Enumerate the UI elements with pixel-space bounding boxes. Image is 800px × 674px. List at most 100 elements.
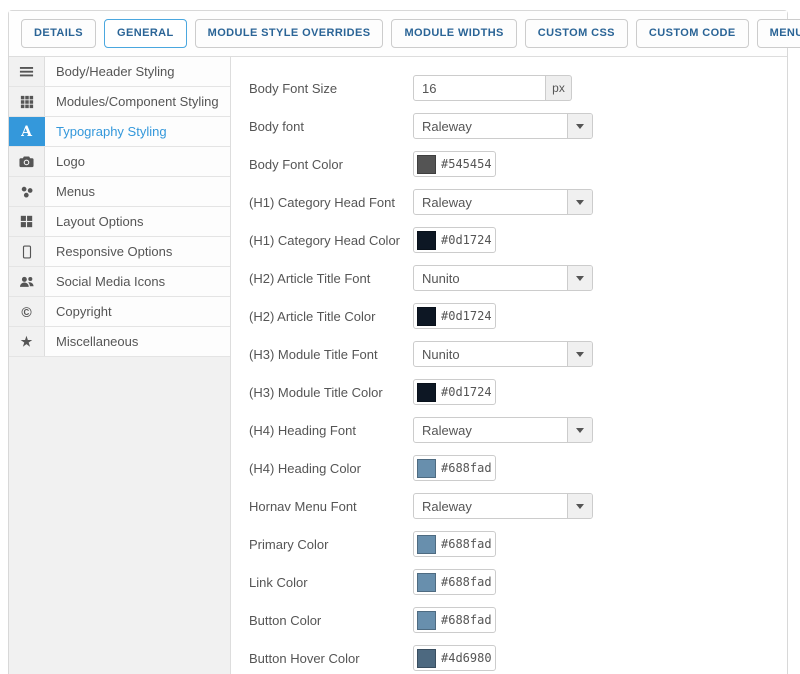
h2-article-title-font-select[interactable]: Nunito: [413, 265, 593, 291]
field-label: Button Color: [249, 612, 322, 628]
link-color-field[interactable]: #688fad: [413, 569, 496, 595]
field-label: (H3) Module Title Font: [249, 346, 378, 362]
select-value: Raleway: [422, 498, 472, 514]
sidebar-item-miscellaneous[interactable]: ★ Miscellaneous: [9, 327, 230, 357]
h1-category-head-color-field[interactable]: #0d1724: [413, 227, 496, 253]
unit-addon: px: [546, 75, 572, 101]
input-group: px: [413, 75, 572, 101]
sidebar-item-label: Responsive Options: [45, 237, 230, 266]
chevron-down-icon: [576, 199, 584, 205]
field-row-h4-heading-font: (H4) Heading Font Raleway: [249, 417, 787, 443]
sidebar-item-typography-styling[interactable]: A Typography Styling: [9, 117, 230, 147]
body-font-color-field[interactable]: #545454: [413, 151, 496, 177]
h3-module-title-color-field[interactable]: #0d1724: [413, 379, 496, 405]
sidebar-item-logo[interactable]: Logo: [9, 147, 230, 177]
field-label: Body font: [249, 118, 304, 134]
field-row-h3-module-title-font: (H3) Module Title Font Nunito: [249, 341, 787, 367]
color-hex-value: #688fad: [441, 461, 492, 475]
chevron-down-icon: [576, 123, 584, 129]
select-caret-button[interactable]: [567, 114, 592, 138]
field-row-h2-article-title-color: (H2) Article Title Color #0d1724: [249, 303, 787, 329]
select-caret-button[interactable]: [567, 342, 592, 366]
sidebar-item-modules-component-styling[interactable]: Modules/Component Styling: [9, 87, 230, 117]
tab-custom-css[interactable]: CUSTOM CSS: [524, 19, 628, 48]
field-row-h2-article-title-font: (H2) Article Title Font Nunito: [249, 265, 787, 291]
bars-icon: [9, 57, 45, 86]
color-hex-value: #0d1724: [441, 309, 492, 323]
primary-color-field[interactable]: #688fad: [413, 531, 496, 557]
color-hex-value: #688fad: [441, 575, 492, 589]
sidebar-item-menus[interactable]: Menus: [9, 177, 230, 207]
tab-module-style-overrides[interactable]: MODULE STYLE OVERRIDES: [194, 19, 384, 48]
color-swatch: [417, 154, 436, 174]
settings-form: Body Font Size px Body font Raleway Body Fon…: [231, 57, 787, 674]
button-color-field[interactable]: #688fad: [413, 607, 496, 633]
field-row-h1-category-head-font: (H1) Category Head Font Raleway: [249, 189, 787, 215]
color-hex-value: #688fad: [441, 613, 492, 627]
body-font-select[interactable]: Raleway: [413, 113, 593, 139]
font-icon: A: [9, 117, 45, 146]
chevron-down-icon: [576, 351, 584, 357]
field-row-link-color: Link Color #688fad: [249, 569, 787, 595]
tablet-icon: [9, 237, 45, 266]
star-icon: ★: [9, 327, 45, 356]
sidebar-item-label: Layout Options: [45, 207, 230, 236]
content-area: Body/Header Styling Modules/Component Sty…: [9, 57, 787, 674]
sidebar-item-body-header-styling[interactable]: Body/Header Styling: [9, 57, 230, 87]
tab-module-widths[interactable]: MODULE WIDTHS: [391, 19, 517, 48]
field-label: (H4) Heading Font: [249, 422, 356, 438]
field-row-button-color: Button Color #688fad: [249, 607, 787, 633]
select-value: Nunito: [422, 270, 460, 286]
copyright-icon: ©: [9, 297, 45, 326]
field-label: Body Font Size: [249, 80, 338, 96]
tab-bar: DETAILS GENERAL MODULE STYLE OVERRIDES MODU…: [9, 11, 800, 57]
color-hex-value: #4d6980: [441, 651, 492, 665]
h3-module-title-font-select[interactable]: Nunito: [413, 341, 593, 367]
field-label: (H2) Article Title Color: [249, 308, 376, 324]
field-row-button-hover-color: Button Hover Color #4d6980: [249, 645, 787, 671]
select-value: Raleway: [422, 194, 472, 210]
sidebar-item-label: Typography Styling: [45, 117, 230, 146]
color-swatch: [417, 458, 436, 478]
field-label: Body Font Color: [249, 156, 343, 172]
grid-icon: [9, 87, 45, 116]
tab-menu-assignment[interactable]: MENU ASSIGNMENT: [756, 19, 800, 48]
blocks-icon: [9, 207, 45, 236]
h2-article-title-color-field[interactable]: #0d1724: [413, 303, 496, 329]
sidebar-item-responsive-options[interactable]: Responsive Options: [9, 237, 230, 267]
sidebar-item-copyright[interactable]: © Copyright: [9, 297, 230, 327]
body-font-size-input[interactable]: [413, 75, 546, 101]
sidebar-item-social-media-icons[interactable]: Social Media Icons: [9, 267, 230, 297]
users-icon: [9, 267, 45, 296]
field-label: (H1) Category Head Color: [249, 232, 401, 248]
select-caret-button[interactable]: [567, 266, 592, 290]
button-hover-color-field[interactable]: #4d6980: [413, 645, 496, 671]
field-label: (H3) Module Title Color: [249, 384, 383, 400]
color-swatch: [417, 534, 436, 554]
field-label: Button Hover Color: [249, 650, 360, 666]
field-row-body-font: Body font Raleway: [249, 113, 787, 139]
chevron-down-icon: [576, 427, 584, 433]
tab-custom-code[interactable]: CUSTOM CODE: [635, 19, 749, 48]
camera-icon: [9, 147, 45, 176]
sidebar-item-layout-options[interactable]: Layout Options: [9, 207, 230, 237]
h4-heading-font-select[interactable]: Raleway: [413, 417, 593, 443]
field-row-h3-module-title-color: (H3) Module Title Color #0d1724: [249, 379, 787, 405]
select-caret-button[interactable]: [567, 494, 592, 518]
hornav-menu-font-select[interactable]: Raleway: [413, 493, 593, 519]
sidebar-item-label: Copyright: [45, 297, 230, 326]
color-swatch: [417, 572, 436, 592]
color-hex-value: #0d1724: [441, 233, 492, 247]
tab-general[interactable]: GENERAL: [104, 19, 187, 48]
field-label: Hornav Menu Font: [249, 498, 357, 514]
chevron-down-icon: [576, 275, 584, 281]
field-label: Link Color: [249, 574, 308, 590]
color-hex-value: #0d1724: [441, 385, 492, 399]
select-caret-button[interactable]: [567, 418, 592, 442]
field-row-body-font-color: Body Font Color #545454: [249, 151, 787, 177]
tab-details[interactable]: DETAILS: [21, 19, 97, 48]
h4-heading-color-field[interactable]: #688fad: [413, 455, 496, 481]
select-caret-button[interactable]: [567, 190, 592, 214]
sidebar-item-label: Social Media Icons: [45, 267, 230, 296]
h1-category-head-font-select[interactable]: Raleway: [413, 189, 593, 215]
